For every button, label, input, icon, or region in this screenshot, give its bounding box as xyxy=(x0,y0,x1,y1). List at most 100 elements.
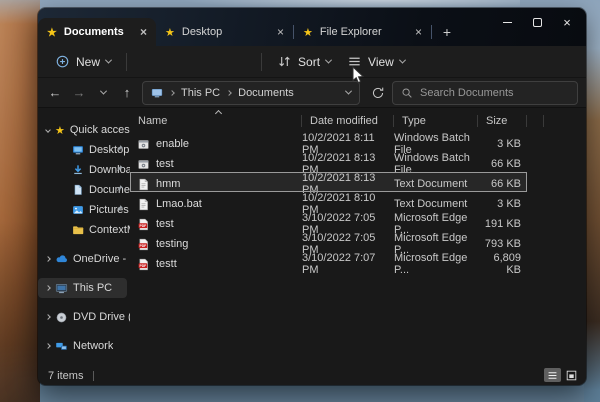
tab-file-explorer[interactable]: ★ File Explorer × xyxy=(294,18,431,46)
svg-text:PDF: PDF xyxy=(139,243,146,247)
pdf-file-icon: PDF xyxy=(137,218,150,231)
sidebar-item-quick-access[interactable]: ★ Quick access xyxy=(38,120,130,140)
cut-button[interactable] xyxy=(135,53,153,71)
breadcrumb-this-pc[interactable]: This PC xyxy=(181,87,220,99)
file-size: 66 KB xyxy=(478,158,527,170)
column-label: Size xyxy=(486,115,507,127)
file-name: testing xyxy=(156,238,188,250)
file-name: test xyxy=(156,158,174,170)
pin-icon xyxy=(115,164,124,176)
file-explorer-window: ★ Documents × ★ Desktop × ★ File Explore… xyxy=(38,8,586,385)
sidebar-item-desktop[interactable]: Desktop xyxy=(38,140,130,160)
breadcrumb-documents[interactable]: Documents xyxy=(238,87,294,99)
share-button[interactable] xyxy=(215,53,233,71)
copy-button[interactable] xyxy=(155,53,173,71)
file-row-lmao-bat[interactable]: Lmao.bat 10/2/2021 8:10 PM Text Document… xyxy=(130,192,527,212)
sidebar-item-downloads[interactable]: Downloads xyxy=(38,160,130,180)
file-size: 6,809 KB xyxy=(478,252,527,276)
view-button[interactable]: View xyxy=(340,50,412,73)
status-bar: 7 items xyxy=(38,367,586,385)
file-row-enable[interactable]: enable 10/2/2021 8:11 PM Windows Batch F… xyxy=(130,132,527,152)
details-view-button[interactable] xyxy=(544,368,561,382)
sidebar-item-documents[interactable]: Documents xyxy=(38,180,130,200)
sort-button-label: Sort xyxy=(298,55,320,69)
text-file-icon xyxy=(137,178,150,191)
close-tab-icon[interactable]: × xyxy=(407,25,422,39)
desktop-icon xyxy=(72,144,84,156)
file-row-test-bat[interactable]: test 10/2/2021 8:13 PM Windows Batch Fil… xyxy=(130,152,527,172)
file-name: Lmao.bat xyxy=(156,198,202,210)
column-header-type[interactable]: Type xyxy=(394,110,478,132)
sidebar-item-onedrive[interactable]: OneDrive - Personal xyxy=(38,249,130,269)
chevron-right-icon xyxy=(45,256,51,262)
tab-documents[interactable]: ★ Documents × xyxy=(38,18,156,46)
file-name: enable xyxy=(156,138,189,150)
recent-locations-button[interactable] xyxy=(92,82,114,104)
sidebar-item-label: This PC xyxy=(73,282,112,294)
column-label: Name xyxy=(138,115,167,127)
status-separator xyxy=(93,371,94,381)
maximize-button[interactable] xyxy=(522,11,552,33)
column-label: Type xyxy=(402,115,426,127)
up-button[interactable]: ↑ xyxy=(116,82,138,104)
star-icon: ★ xyxy=(47,26,57,39)
sidebar-item-network[interactable]: Network xyxy=(38,336,130,356)
close-button[interactable]: × xyxy=(552,11,582,33)
forward-button[interactable]: → xyxy=(68,82,90,104)
wallpaper-right-rocks xyxy=(584,0,600,402)
column-header-date-modified[interactable]: Date modified xyxy=(302,110,394,132)
breadcrumb-chevron-icon xyxy=(226,90,232,96)
documents-icon xyxy=(72,184,84,196)
file-name: test xyxy=(156,218,174,230)
sidebar-item-pictures[interactable]: Pictures xyxy=(38,200,130,220)
file-type: Windows Batch File xyxy=(394,152,478,176)
see-more-button[interactable] xyxy=(414,53,432,71)
navigation-pane: ★ Quick access Desktop Downloads xyxy=(38,108,130,367)
file-type: Text Document xyxy=(394,178,478,190)
search-icon xyxy=(401,87,413,99)
minimize-button[interactable] xyxy=(492,11,522,33)
column-header-name[interactable]: Name xyxy=(130,110,302,132)
back-button[interactable]: ← xyxy=(44,82,66,104)
tab-desktop[interactable]: ★ Desktop × xyxy=(156,18,293,46)
file-row-testing-pdf[interactable]: PDFtesting 3/10/2022 7:05 PM Microsoft E… xyxy=(130,232,527,252)
column-header-size[interactable]: Size xyxy=(478,110,527,132)
file-row-testt-pdf[interactable]: PDFtestt 3/10/2022 7:07 PM Microsoft Edg… xyxy=(130,252,527,272)
rename-button[interactable] xyxy=(195,53,213,71)
navigation-bar: ← → ↑ This PC Documents xyxy=(38,78,586,108)
sort-button[interactable]: Sort xyxy=(270,50,338,73)
pin-icon xyxy=(115,144,124,156)
sidebar-item-this-pc[interactable]: This PC xyxy=(38,278,127,298)
close-tab-icon[interactable]: × xyxy=(269,25,284,39)
this-pc-icon xyxy=(55,282,68,295)
new-tab-button[interactable]: + xyxy=(432,18,462,46)
sidebar-item-label: ContextMenuCust xyxy=(89,224,130,236)
pdf-file-icon: PDF xyxy=(137,258,150,271)
tab-label: Desktop xyxy=(182,26,222,38)
address-bar[interactable]: This PC Documents xyxy=(142,81,360,105)
large-icons-view-button[interactable] xyxy=(563,368,580,382)
column-headers: Name Date modified Type Size xyxy=(130,110,586,132)
sidebar-item-contextmenucust[interactable]: ContextMenuCust xyxy=(38,220,130,240)
sort-icon xyxy=(277,54,292,69)
chevron-right-icon xyxy=(45,343,51,349)
paste-button[interactable] xyxy=(175,53,193,71)
refresh-button[interactable] xyxy=(366,82,390,104)
chevron-down-icon xyxy=(45,127,51,133)
file-row-test-pdf[interactable]: PDFtest 3/10/2022 7:05 PM Microsoft Edge… xyxy=(130,212,527,232)
file-size: 793 KB xyxy=(478,238,527,250)
minimize-icon xyxy=(503,22,512,23)
dvd-drive-icon xyxy=(55,311,68,324)
address-dropdown-icon[interactable] xyxy=(345,88,352,95)
search-box[interactable] xyxy=(392,81,578,105)
delete-button[interactable] xyxy=(235,53,253,71)
column-header-blank xyxy=(527,110,544,132)
new-button[interactable]: New xyxy=(48,50,118,73)
file-type: Microsoft Edge P... xyxy=(394,252,478,276)
new-button-label: New xyxy=(76,55,100,69)
sidebar-item-dvd-drive[interactable]: DVD Drive (D:) CCCC xyxy=(38,307,130,327)
toolbar-separator xyxy=(126,53,127,71)
close-tab-icon[interactable]: × xyxy=(132,25,147,39)
search-input[interactable] xyxy=(420,87,550,99)
view-button-label: View xyxy=(368,55,394,69)
